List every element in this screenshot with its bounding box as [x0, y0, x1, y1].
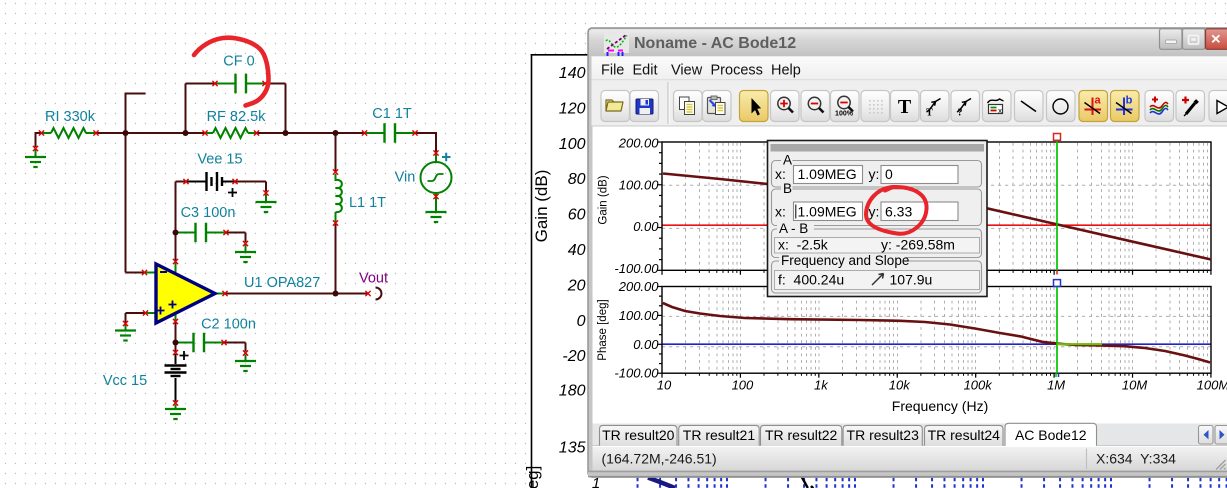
- svg-text:Process: Process: [711, 63, 763, 79]
- svg-text:Help: Help: [771, 63, 801, 79]
- svg-text:1.09MEG: 1.09MEG: [798, 166, 857, 182]
- svg-text:L1 1T: L1 1T: [349, 195, 386, 211]
- svg-text:y: -269.58m: y: -269.58m: [881, 237, 955, 253]
- svg-text:40: 40: [568, 242, 586, 259]
- svg-text:120: 120: [559, 100, 586, 117]
- svg-text:60: 60: [568, 207, 586, 224]
- svg-text:135: 135: [559, 440, 586, 457]
- svg-text:B: B: [783, 181, 792, 196]
- svg-text:10M: 10M: [1122, 378, 1147, 393]
- svg-text:Frequency (Hz): Frequency (Hz): [892, 398, 988, 414]
- svg-text:Vout: Vout: [359, 271, 388, 287]
- svg-text:✕: ✕: [1210, 32, 1221, 47]
- svg-text:10k: 10k: [889, 378, 911, 393]
- svg-text:-100.00: -100.00: [614, 365, 659, 380]
- svg-text:Frequency and Slope: Frequency and Slope: [781, 253, 909, 268]
- svg-text:10: 10: [657, 378, 672, 393]
- svg-text:TR result23: TR result23: [847, 427, 920, 443]
- svg-text:100.00: 100.00: [619, 308, 660, 323]
- svg-text:Edit: Edit: [633, 63, 658, 79]
- svg-text:1.09MEG: 1.09MEG: [798, 204, 857, 220]
- svg-text:y:: y:: [869, 166, 880, 182]
- svg-text:b: b: [1126, 95, 1133, 107]
- svg-text:100: 100: [559, 136, 586, 153]
- svg-text:CF 0: CF 0: [223, 54, 254, 70]
- svg-text:T: T: [898, 96, 912, 118]
- svg-text:Phase [deg]: Phase [deg]: [523, 466, 542, 488]
- svg-text:x:: x:: [775, 204, 786, 220]
- svg-text:Vin: Vin: [395, 170, 416, 186]
- svg-text:20: 20: [567, 277, 586, 294]
- svg-text:File: File: [601, 63, 624, 79]
- svg-text:100: 100: [732, 378, 754, 393]
- svg-text:140: 140: [559, 65, 586, 82]
- svg-text:Gain (dB): Gain (dB): [532, 170, 551, 243]
- svg-text:0.00: 0.00: [633, 337, 659, 352]
- svg-text:f: 400.24u: f: 400.24u: [778, 272, 844, 288]
- svg-text:x: x: [998, 106, 1002, 115]
- svg-text:0: 0: [885, 166, 893, 182]
- svg-text:TR result22: TR result22: [765, 427, 838, 443]
- svg-text:TR result20: TR result20: [602, 427, 675, 443]
- svg-text:80: 80: [568, 171, 586, 188]
- svg-text:TR result24: TR result24: [928, 427, 1001, 443]
- svg-text:Noname - AC Bode12: Noname - AC Bode12: [634, 35, 796, 52]
- svg-text:A - B: A - B: [779, 221, 808, 236]
- svg-text:y:: y:: [869, 204, 880, 220]
- svg-text:Phase [deg]: Phase [deg]: [597, 299, 609, 360]
- svg-text:x: -2.5k: x: -2.5k: [778, 237, 829, 253]
- svg-text:C3 100n: C3 100n: [181, 205, 236, 221]
- svg-text:6.33: 6.33: [885, 204, 912, 220]
- svg-text:View: View: [671, 63, 703, 79]
- svg-text:Vcc 15: Vcc 15: [103, 373, 147, 389]
- svg-text:180: 180: [559, 383, 586, 400]
- svg-text:-20: -20: [562, 348, 585, 365]
- svg-text:a: a: [1094, 95, 1101, 107]
- svg-text:T: T: [926, 108, 933, 119]
- svg-text:C2 100n: C2 100n: [201, 317, 256, 333]
- svg-text:C1 1T: C1 1T: [372, 106, 412, 122]
- svg-text:U1 OPA827: U1 OPA827: [244, 275, 320, 291]
- svg-text:107.9u: 107.9u: [890, 272, 933, 288]
- svg-text:100M: 100M: [1197, 378, 1227, 393]
- svg-text:x:: x:: [775, 166, 786, 182]
- svg-text:?: ?: [958, 108, 963, 119]
- svg-text:TR result21: TR result21: [683, 427, 756, 443]
- svg-text:100.00: 100.00: [619, 177, 660, 192]
- svg-text:(164.72M,-246.51): (164.72M,-246.51): [602, 451, 717, 467]
- svg-text:0.00: 0.00: [633, 219, 659, 234]
- svg-text:0: 0: [577, 313, 586, 330]
- svg-text:RI 330k: RI 330k: [45, 109, 96, 125]
- svg-text:1M: 1M: [1047, 378, 1065, 393]
- svg-text:X:634 Y:334: X:634 Y:334: [1096, 451, 1176, 467]
- svg-text:Gain (dB): Gain (dB): [598, 175, 610, 224]
- svg-text:-100.00: -100.00: [614, 261, 659, 276]
- svg-text:AC Bode12: AC Bode12: [1015, 427, 1087, 443]
- svg-text:RF 82.5k: RF 82.5k: [207, 109, 267, 125]
- svg-text:200.00: 200.00: [618, 279, 660, 294]
- svg-text:100%: 100%: [835, 111, 854, 118]
- svg-text:Vee 15: Vee 15: [197, 152, 242, 168]
- svg-text:1k: 1k: [814, 378, 829, 393]
- svg-text:200.00: 200.00: [618, 135, 660, 150]
- svg-text:100k: 100k: [964, 378, 994, 393]
